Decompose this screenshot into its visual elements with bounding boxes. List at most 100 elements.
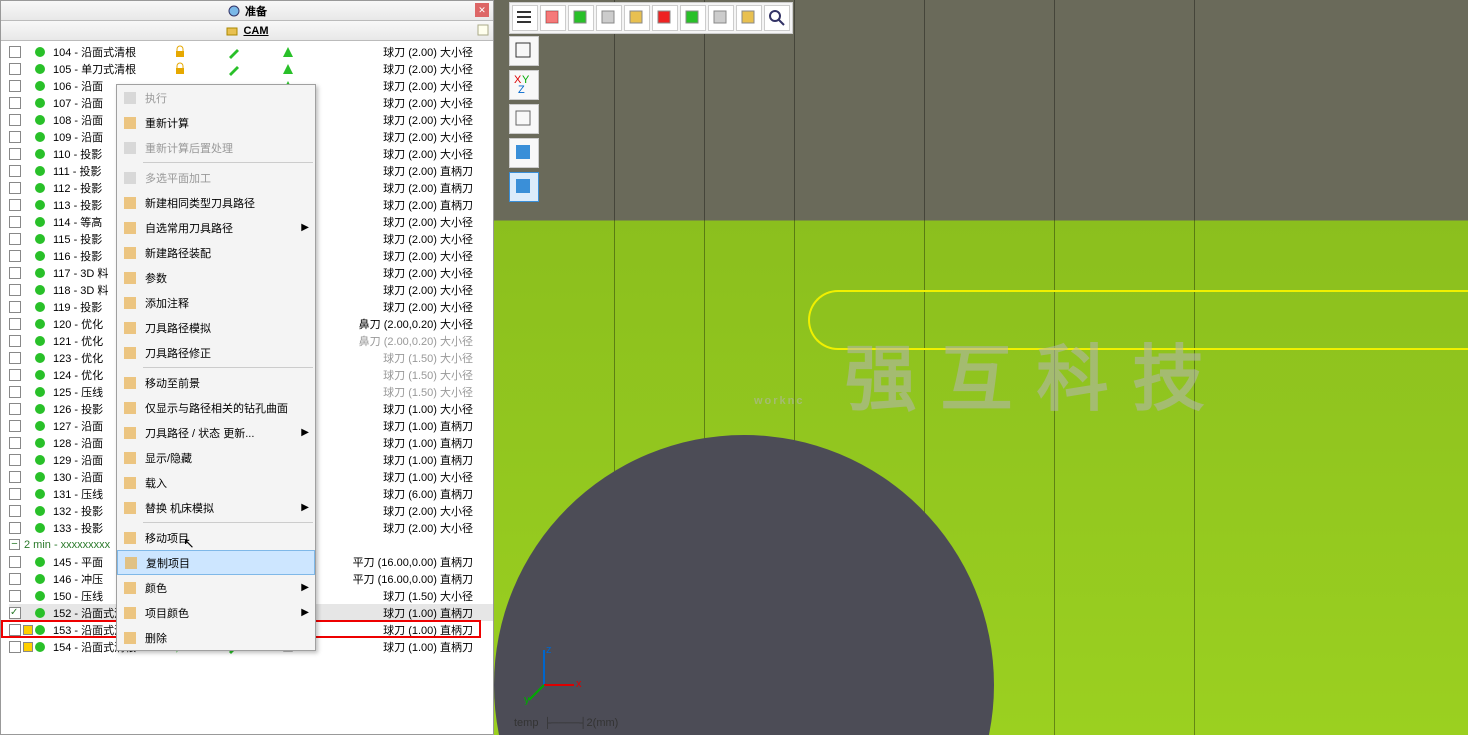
row-checkbox[interactable] — [9, 63, 21, 75]
menu-item-upd[interactable]: 刀具路径 / 状态 更新...▶ — [117, 420, 315, 445]
row-checkbox[interactable] — [9, 454, 21, 466]
menu-item-label: 替换 机床模拟 — [145, 500, 214, 516]
menu-item-fix[interactable]: 刀具路径修正 — [117, 340, 315, 365]
row-checkbox[interactable] — [9, 284, 21, 296]
row-status-dot — [35, 625, 45, 635]
row-status-square — [23, 353, 33, 363]
render-icon[interactable] — [509, 172, 539, 202]
menu-item-post: 重新计算后置处理 — [117, 135, 315, 160]
row-checkbox[interactable] — [9, 641, 21, 653]
row-checkbox[interactable] — [9, 386, 21, 398]
menu-item-item[interactable]: 仅显示与路径相关的钻孔曲面 — [117, 395, 315, 420]
row-checkbox[interactable] — [9, 250, 21, 262]
menu-item-color[interactable]: 颜色▶ — [117, 575, 315, 600]
menu-item-label: 移动至前景 — [145, 375, 200, 391]
row-status-dot — [35, 302, 45, 312]
note-icon[interactable] — [477, 24, 489, 36]
menu-button[interactable] — [512, 5, 538, 31]
row-checkbox[interactable] — [9, 522, 21, 534]
panel-title-bar: 准备 ✕ — [1, 1, 493, 21]
row-checkbox[interactable] — [9, 335, 21, 347]
row-checkbox[interactable] — [9, 573, 21, 585]
row-checkbox[interactable] — [9, 301, 21, 313]
row-checkbox[interactable] — [9, 318, 21, 330]
view-bottom-icon[interactable] — [680, 5, 706, 31]
menu-item-del[interactable]: 删除 — [117, 625, 315, 650]
menu-item-item[interactable]: 移动至前景 — [117, 370, 315, 395]
menu-item-mach[interactable]: 替换 机床模拟▶ — [117, 495, 315, 520]
wireframe-icon[interactable] — [509, 36, 539, 66]
row-status-square — [23, 98, 33, 108]
view-right-icon[interactable] — [624, 5, 650, 31]
solid-icon[interactable] — [509, 138, 539, 168]
operation-row-105[interactable]: 105 - 单刀式清根球刀 (2.00) 大小径 — [9, 60, 493, 77]
fav-icon — [121, 219, 139, 237]
row-status-dot — [35, 387, 45, 397]
row-checkbox[interactable] — [9, 556, 21, 568]
row-checkbox[interactable] — [9, 403, 21, 415]
view-iso-icon[interactable] — [708, 5, 734, 31]
row-checkbox[interactable] — [9, 437, 21, 449]
row-checkbox[interactable] — [9, 233, 21, 245]
row-checkbox[interactable] — [9, 420, 21, 432]
view-fit-icon[interactable] — [736, 5, 762, 31]
row-status-square — [23, 489, 33, 499]
panel-close-button[interactable]: ✕ — [475, 3, 489, 17]
row-checkbox[interactable] — [9, 216, 21, 228]
zoom-icon[interactable] — [764, 5, 790, 31]
row-checkbox[interactable] — [9, 148, 21, 160]
row-checkbox[interactable] — [9, 80, 21, 92]
view-top-icon[interactable] — [652, 5, 678, 31]
menu-item-load[interactable]: 载入 — [117, 470, 315, 495]
row-checkbox[interactable] — [9, 624, 21, 636]
row-checkbox[interactable] — [9, 131, 21, 143]
menu-item-move[interactable]: 移动项目 — [117, 525, 315, 550]
row-checkbox[interactable] — [9, 369, 21, 381]
blank-icon — [121, 169, 139, 187]
collapse-icon[interactable]: − — [9, 539, 20, 550]
menu-item-new[interactable]: 新建相同类型刀具路径 — [117, 190, 315, 215]
menu-item-note[interactable]: 添加注释 — [117, 290, 315, 315]
row-checkbox[interactable] — [9, 165, 21, 177]
menu-item-label: 新建相同类型刀具路径 — [145, 195, 255, 211]
row-status-square — [23, 506, 33, 516]
row-checkbox[interactable] — [9, 352, 21, 364]
view-left-icon[interactable] — [596, 5, 622, 31]
row-checkbox[interactable] — [9, 182, 21, 194]
operation-row-104[interactable]: 104 - 沿面式清根球刀 (2.00) 大小径 — [9, 43, 493, 60]
axes-icon[interactable]: XYZ — [509, 70, 539, 100]
menu-item-sim[interactable]: 刀具路径模拟 — [117, 315, 315, 340]
row-checkbox[interactable] — [9, 199, 21, 211]
viewport-3d[interactable]: XYZ worknc强 互 科 技 z x y temp ├────┤2(mm) — [494, 0, 1468, 735]
row-checkbox[interactable] — [9, 97, 21, 109]
row-checkbox[interactable] — [9, 590, 21, 602]
view-front-icon[interactable] — [540, 5, 566, 31]
menu-item-fav[interactable]: 自选常用刀具路径▶ — [117, 215, 315, 240]
row-status-square — [23, 455, 33, 465]
row-checkbox[interactable] — [9, 46, 21, 58]
row-checkbox[interactable] — [9, 607, 21, 619]
menu-item-param[interactable]: 参数 — [117, 265, 315, 290]
row-checkbox[interactable] — [9, 488, 21, 500]
new-icon — [121, 194, 139, 212]
menu-item-eye[interactable]: 显示/隐藏 — [117, 445, 315, 470]
view-back-icon[interactable] — [568, 5, 594, 31]
row-status-square — [23, 132, 33, 142]
row-checkbox[interactable] — [9, 471, 21, 483]
menu-item-copy[interactable]: 复制项目 — [117, 550, 315, 575]
row-tool-spec: 球刀 (2.00) 大小径 — [383, 112, 473, 128]
row-status-dot — [35, 64, 45, 74]
menu-item-recalc[interactable]: 重新计算 — [117, 110, 315, 135]
row-tool-spec: 球刀 (1.00) 大小径 — [383, 401, 473, 417]
row-tool-spec: 球刀 (2.00) 大小径 — [383, 61, 473, 77]
shade-icon[interactable] — [509, 104, 539, 134]
tool-cone-icon — [281, 62, 295, 76]
row-status-dot — [35, 166, 45, 176]
row-status-dot — [35, 421, 45, 431]
menu-item-pcolor[interactable]: 项目颜色▶ — [117, 600, 315, 625]
menu-item-asm[interactable]: 新建路径装配 — [117, 240, 315, 265]
row-checkbox[interactable] — [9, 505, 21, 517]
row-checkbox[interactable] — [9, 267, 21, 279]
row-tool-spec: 鼻刀 (2.00,0.20) 大小径 — [359, 333, 473, 349]
row-checkbox[interactable] — [9, 114, 21, 126]
